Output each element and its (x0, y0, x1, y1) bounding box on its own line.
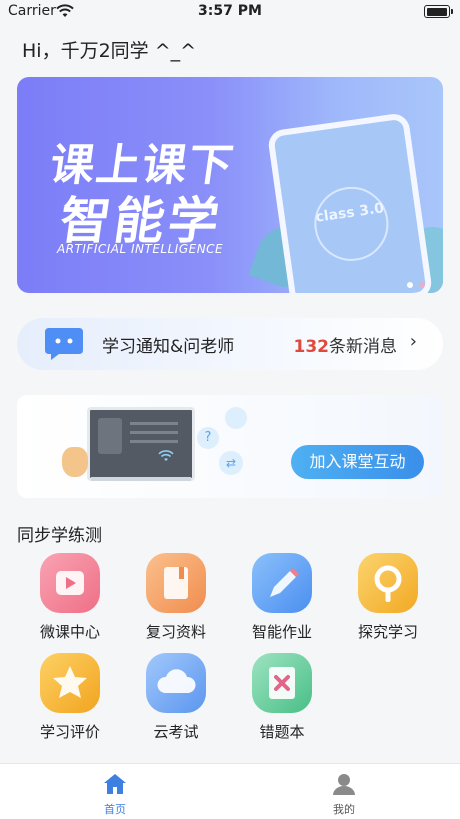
home-icon (104, 774, 126, 794)
book-icon (146, 553, 206, 613)
feature-label: 学习评价 (39, 723, 100, 741)
board-panel (98, 418, 122, 454)
notice-label: 学习通知&问老师 (102, 337, 235, 357)
feature-label: 云考试 (153, 723, 199, 741)
magnifier-icon (358, 553, 418, 613)
notice-bar[interactable]: 学习通知&问老师 132条新消息 › (17, 318, 443, 370)
feature-item-smart-homework[interactable]: 智能作业 (232, 553, 332, 642)
join-class-card: ? ⇄ 加入课堂互动 (17, 395, 443, 498)
feature-label: 微课中心 (39, 623, 100, 641)
smart-board-illustration (87, 407, 195, 481)
section-title: 同步学练测 (17, 526, 102, 546)
message-count-number: 132 (293, 337, 330, 357)
carousel-dot (419, 282, 425, 288)
promo-banner[interactable]: 课上课下 智能学 ARTIFICIAL INTELLIGENCE class 3… (17, 77, 443, 293)
feature-label: 探究学习 (357, 623, 418, 641)
chat-bubble-icon (43, 324, 85, 362)
message-count-text: 条新消息 (329, 337, 397, 357)
notebook-icon (252, 653, 312, 713)
chevron-right-icon: › (409, 331, 417, 352)
feature-label: 复习资料 (145, 623, 206, 641)
join-class-button[interactable]: 加入课堂互动 (291, 445, 424, 479)
feature-item-review-materials[interactable]: 复习资料 (126, 553, 226, 642)
tab-label: 首页 (104, 803, 126, 816)
pencil-icon (252, 553, 312, 613)
carousel-indicator (401, 273, 425, 292)
banner-subtitle: ARTIFICIAL INTELLIGENCE (57, 242, 224, 256)
exchange-bubble-icon: ⇄ (219, 451, 243, 475)
chat-bubble-icon (225, 407, 247, 429)
feature-label: 智能作业 (251, 623, 312, 641)
status-bar: Carrier 3:57 PM (0, 0, 460, 24)
clock: 3:57 PM (198, 3, 262, 19)
question-bubble-icon: ? (197, 427, 219, 449)
feature-item-mistake-notebook[interactable]: 错题本 (232, 653, 332, 742)
phone-illustration: class 3.0 (266, 112, 434, 293)
feature-item-learning-evaluation[interactable]: 学习评价 (20, 653, 120, 742)
board-lines (130, 422, 178, 425)
tab-profile[interactable]: 我的 (304, 772, 384, 817)
feature-item-inquiry-learning[interactable]: 探究学习 (338, 553, 438, 642)
cow-mascot-icon (62, 447, 88, 477)
profile-icon (333, 774, 355, 795)
tab-bar: 首页 我的 (0, 763, 460, 819)
message-count: 132条新消息 (294, 332, 398, 357)
cloud-icon (146, 653, 206, 713)
tab-home[interactable]: 首页 (75, 772, 155, 817)
carousel-dot-active (407, 282, 413, 288)
feature-label: 错题本 (259, 723, 305, 741)
feature-item-cloud-exam[interactable]: 云考试 (126, 653, 226, 742)
battery-icon (424, 5, 453, 18)
board-stand (91, 477, 191, 481)
greeting-text: Hi，千万2同学 ^_^ (22, 40, 197, 62)
tab-label: 我的 (333, 803, 355, 816)
star-icon (40, 653, 100, 713)
board-wifi-icon (158, 450, 174, 461)
feature-item-micro-course[interactable]: 微课中心 (20, 553, 120, 642)
video-icon (40, 553, 100, 613)
